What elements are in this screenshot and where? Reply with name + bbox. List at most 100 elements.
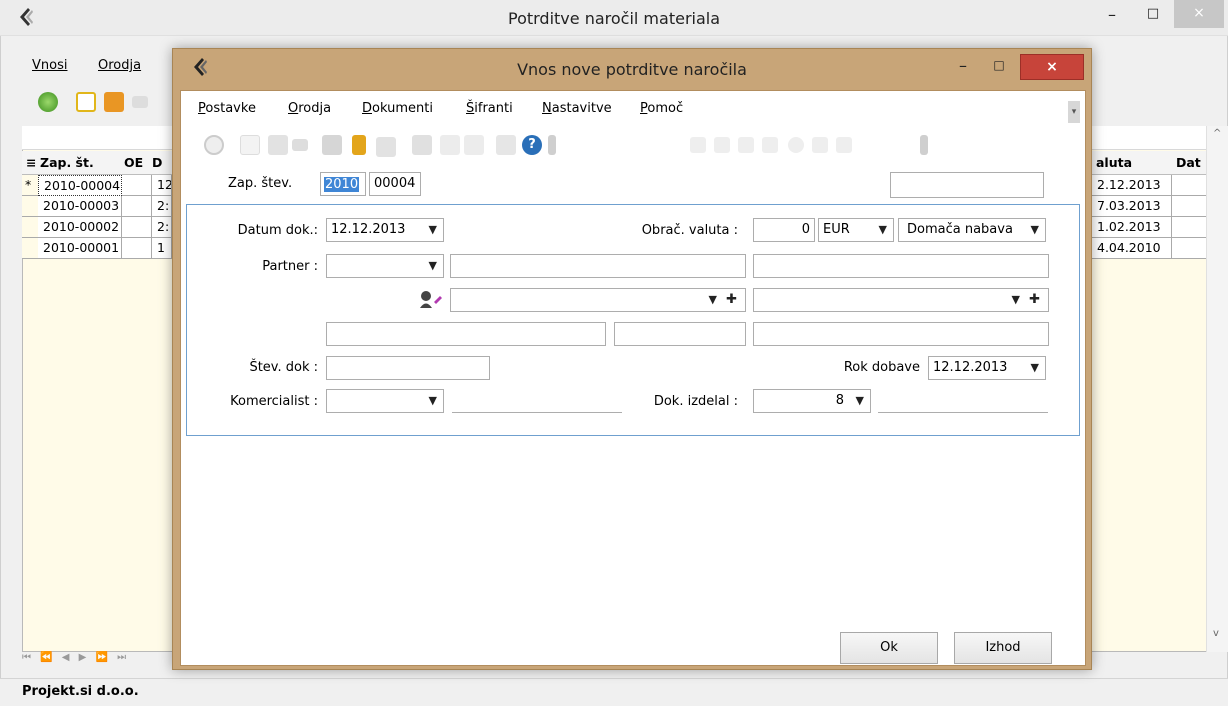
- refresh-icon[interactable]: [204, 135, 224, 155]
- currency-dropdown[interactable]: EUR ▼: [818, 218, 894, 242]
- city-field[interactable]: [753, 322, 1049, 346]
- new-icon[interactable]: [240, 135, 260, 155]
- ok-button[interactable]: Ok: [840, 632, 938, 664]
- dialog-maximize-button[interactable]: □: [982, 54, 1016, 78]
- insert-record-icon[interactable]: [788, 137, 804, 153]
- contact-dropdown[interactable]: ▼ ✚: [450, 288, 746, 312]
- menu-pomoc[interactable]: Pomoč: [640, 101, 683, 116]
- address-field[interactable]: [326, 322, 606, 346]
- rok-dobave-value: 12.12.2013: [933, 360, 1008, 375]
- izdelal-dropdown[interactable]: 8 ▼: [753, 389, 871, 413]
- menu-sifranti[interactable]: Šifranti: [466, 101, 513, 116]
- first-record-icon[interactable]: [690, 137, 706, 153]
- menu-nastavitve[interactable]: Nastavitve: [542, 101, 612, 116]
- zap-number-input[interactable]: 00004: [369, 172, 421, 196]
- chevron-down-icon: ▼: [428, 394, 437, 407]
- chevron-down-icon: ▼: [1030, 361, 1039, 374]
- add-icon[interactable]: ✚: [1029, 289, 1040, 311]
- stev-dok-input[interactable]: [326, 356, 490, 380]
- cell-valuta[interactable]: 1.02.2013: [1092, 217, 1172, 238]
- refresh-icon[interactable]: [38, 92, 58, 112]
- menu-orodja[interactable]: Orodja: [98, 58, 141, 73]
- lock-icon[interactable]: [352, 135, 366, 155]
- cell-zap-st[interactable]: 2010-00004: [38, 175, 122, 196]
- cancel-icon[interactable]: [836, 137, 852, 153]
- mail-icon[interactable]: [376, 137, 396, 157]
- rok-dobave-dropdown[interactable]: 12.12.2013 ▼: [928, 356, 1046, 380]
- cell-zap-st[interactable]: 2010-00002: [38, 217, 122, 238]
- scroll-down-icon[interactable]: v: [1213, 628, 1219, 639]
- col-d[interactable]: D: [152, 155, 162, 170]
- help-icon[interactable]: ?: [522, 135, 542, 155]
- prev-record-icon[interactable]: [714, 137, 730, 153]
- komercialist-name-field[interactable]: [452, 389, 622, 413]
- main-minimize-button[interactable]: –: [1092, 2, 1132, 28]
- cell-oe[interactable]: [122, 175, 152, 196]
- last-record-icon[interactable]: [762, 137, 778, 153]
- toolbar-overflow-icon[interactable]: [548, 135, 556, 155]
- print-icon[interactable]: [412, 135, 432, 155]
- izdelal-value: 8: [835, 393, 844, 408]
- col-oe[interactable]: OE: [124, 155, 143, 170]
- cell-d[interactable]: 2:: [152, 196, 172, 217]
- dialog-minimize-button[interactable]: –: [946, 54, 980, 78]
- menu-orodja-dialog[interactable]: Orodja: [288, 101, 331, 116]
- izhod-button[interactable]: Izhod: [954, 632, 1052, 664]
- contact-dropdown-2[interactable]: ▼ ✚: [753, 288, 1049, 312]
- header-right-field[interactable]: [890, 172, 1044, 198]
- datum-value: 12.12.2013: [331, 222, 406, 237]
- toolbar-overflow-icon[interactable]: [920, 135, 928, 155]
- datum-dropdown[interactable]: 12.12.2013 ▼: [326, 218, 444, 242]
- cell-d[interactable]: 12: [152, 175, 172, 196]
- new-icon[interactable]: [76, 92, 96, 112]
- cell-oe[interactable]: [122, 238, 152, 259]
- menu-vnosi[interactable]: Vnosi: [32, 58, 67, 73]
- col-dat[interactable]: Dat: [1176, 155, 1201, 170]
- menu-overflow-icon[interactable]: ▾: [1068, 101, 1080, 123]
- dialog-close-button[interactable]: ×: [1020, 54, 1084, 80]
- menu-postavke[interactable]: Postavke: [198, 101, 256, 116]
- save-icon[interactable]: [268, 135, 288, 155]
- cell-zap-st[interactable]: 2010-00003: [38, 196, 122, 217]
- scroll-up-icon[interactable]: ^: [1213, 128, 1221, 139]
- col-valuta[interactable]: aluta: [1096, 155, 1132, 170]
- obrac-valuta-input[interactable]: 0: [753, 218, 815, 242]
- contact-person-icon[interactable]: [418, 288, 444, 310]
- paste-icon[interactable]: [464, 135, 484, 155]
- row-marker: [22, 238, 38, 259]
- cell-d[interactable]: 1: [152, 238, 172, 259]
- cell-valuta[interactable]: 4.04.2010: [1092, 238, 1172, 259]
- calculator-icon[interactable]: [322, 135, 342, 155]
- cell-oe[interactable]: [122, 217, 152, 238]
- col-zap-st[interactable]: Zap. št.: [40, 155, 94, 170]
- izdelal-name-field[interactable]: [878, 389, 1048, 413]
- copy-icon[interactable]: [440, 135, 460, 155]
- next-record-icon[interactable]: [738, 137, 754, 153]
- main-close-button[interactable]: ×: [1174, 0, 1224, 28]
- cell-valuta[interactable]: 7.03.2013: [1092, 196, 1172, 217]
- chevron-down-icon: ▼: [428, 259, 437, 272]
- edit-icon[interactable]: [292, 139, 308, 151]
- cell-oe[interactable]: [122, 196, 152, 217]
- cell-d[interactable]: 2:: [152, 217, 172, 238]
- export-icon[interactable]: [496, 135, 516, 155]
- confirm-icon[interactable]: [812, 137, 828, 153]
- edit-icon[interactable]: [132, 96, 148, 108]
- cell-zap-st[interactable]: 2010-00001: [38, 238, 122, 259]
- stev-dok-label: Štev. dok :: [249, 360, 318, 375]
- cell-valuta[interactable]: 2.12.2013: [1092, 175, 1172, 196]
- nabava-dropdown[interactable]: Domača nabava ▼: [898, 218, 1046, 242]
- grid-navigator[interactable]: ⏮ ⏪ ◀ ▶ ⏩ ⏭: [22, 652, 192, 672]
- partner-name-field[interactable]: [450, 254, 746, 278]
- grid-vertical-scrollbar[interactable]: ^ v: [1206, 126, 1228, 652]
- komercialist-dropdown[interactable]: ▼: [326, 389, 444, 413]
- zap-year-input[interactable]: 2010: [320, 172, 366, 196]
- partner-extra-field[interactable]: [753, 254, 1049, 278]
- add-icon[interactable]: ✚: [726, 289, 737, 311]
- import-icon[interactable]: [104, 92, 124, 112]
- postal-field[interactable]: [614, 322, 746, 346]
- partner-dropdown[interactable]: ▼: [326, 254, 444, 278]
- main-maximize-button[interactable]: □: [1133, 2, 1173, 28]
- currency-value: EUR: [823, 222, 850, 237]
- menu-dokumenti[interactable]: Dokumenti: [362, 101, 433, 116]
